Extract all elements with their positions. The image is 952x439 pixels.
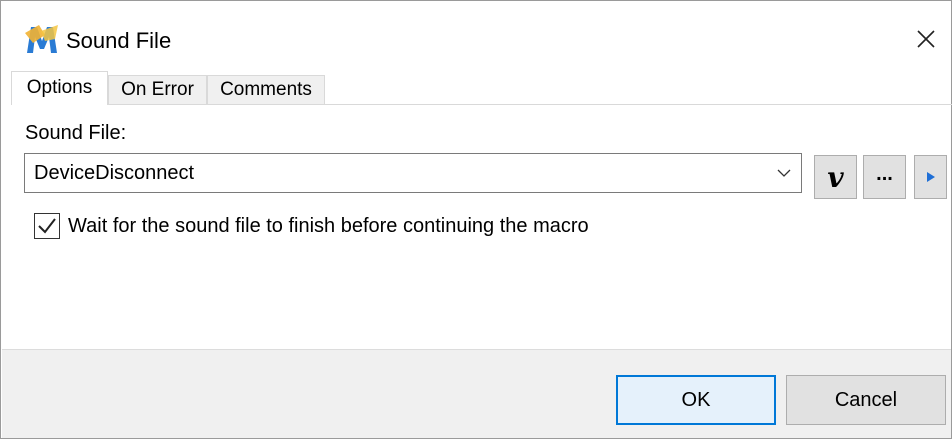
browse-button[interactable]: ... [863,155,906,199]
macro-app-icon [25,25,58,53]
cancel-button[interactable]: Cancel [786,375,946,425]
tab-comments-label: Comments [220,79,312,100]
sound-file-value: DeviceDisconnect [34,162,195,184]
tab-divider [11,104,952,105]
sound-file-combobox[interactable]: DeviceDisconnect [24,153,802,193]
wait-checkbox[interactable] [34,213,60,239]
tab-comments[interactable]: Comments [207,75,325,104]
dialog-window: Sound File Options On Error Comments Sou… [0,0,952,439]
tab-options[interactable]: Options [11,71,108,105]
window-title: Sound File [66,28,172,53]
tab-on-error[interactable]: On Error [108,75,207,104]
wait-checkbox-label[interactable]: Wait for the sound file to finish before… [68,214,589,238]
play-button[interactable] [914,155,947,199]
checkmark-icon [38,218,56,234]
tab-on-error-label: On Error [121,79,194,100]
sound-file-label: Sound File: [25,122,127,144]
title-bar: Sound File [1,1,951,71]
play-icon [926,172,935,182]
chevron-down-icon [777,169,791,177]
ok-button[interactable]: OK [616,375,776,425]
close-button[interactable] [906,19,946,59]
close-icon [917,30,935,48]
tab-options-label: Options [26,77,93,98]
variable-button[interactable]: v [814,155,857,199]
